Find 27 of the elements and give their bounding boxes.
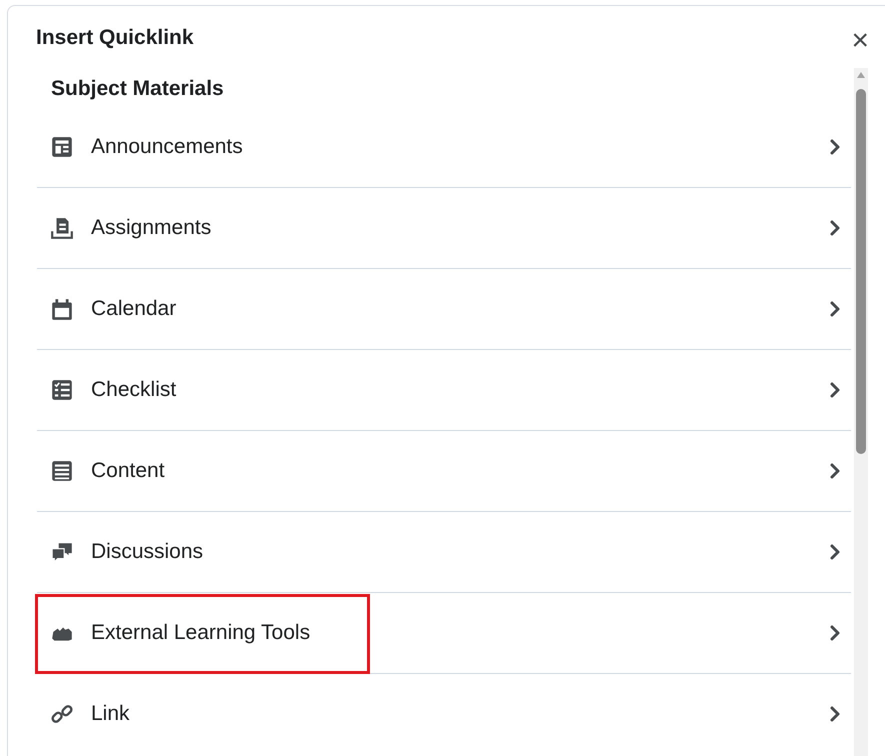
chevron-right-icon[interactable] bbox=[829, 380, 841, 398]
menu-item-link[interactable]: Link bbox=[91, 698, 130, 730]
checklist-icon bbox=[50, 378, 74, 402]
chevron-right-icon[interactable] bbox=[829, 462, 841, 480]
menu-item-link[interactable]: Discussions bbox=[91, 536, 204, 568]
menu-item-link[interactable]: Calendar bbox=[91, 292, 176, 324]
chevron-right-icon[interactable] bbox=[829, 138, 841, 156]
section-heading: Subject Materials bbox=[51, 76, 224, 102]
link-icon bbox=[50, 702, 74, 726]
chevron-right-icon[interactable] bbox=[829, 218, 841, 236]
close-button[interactable]: × bbox=[851, 26, 869, 56]
list-icon bbox=[50, 458, 74, 482]
calendar-icon bbox=[50, 296, 74, 320]
chevron-right-icon[interactable] bbox=[829, 624, 841, 642]
menu-item-link[interactable]: Checklist bbox=[91, 374, 176, 406]
chevron-right-icon[interactable] bbox=[829, 542, 841, 560]
scrollbar[interactable] bbox=[854, 68, 868, 756]
menu-item-link[interactable]: Announcements bbox=[91, 130, 243, 162]
chevron-right-icon[interactable] bbox=[829, 300, 841, 318]
menu-item-link[interactable]: Assignments bbox=[91, 212, 212, 244]
dialog-title: Insert Quicklink bbox=[36, 25, 194, 51]
scrollbar-thumb[interactable] bbox=[856, 89, 866, 454]
newspaper-icon bbox=[50, 134, 74, 158]
document-tray-icon bbox=[50, 216, 74, 240]
menu-item-link[interactable]: Content bbox=[91, 454, 165, 486]
menu-item-link[interactable]: External Learning Tools bbox=[91, 616, 310, 648]
chevron-right-icon[interactable] bbox=[829, 705, 841, 723]
